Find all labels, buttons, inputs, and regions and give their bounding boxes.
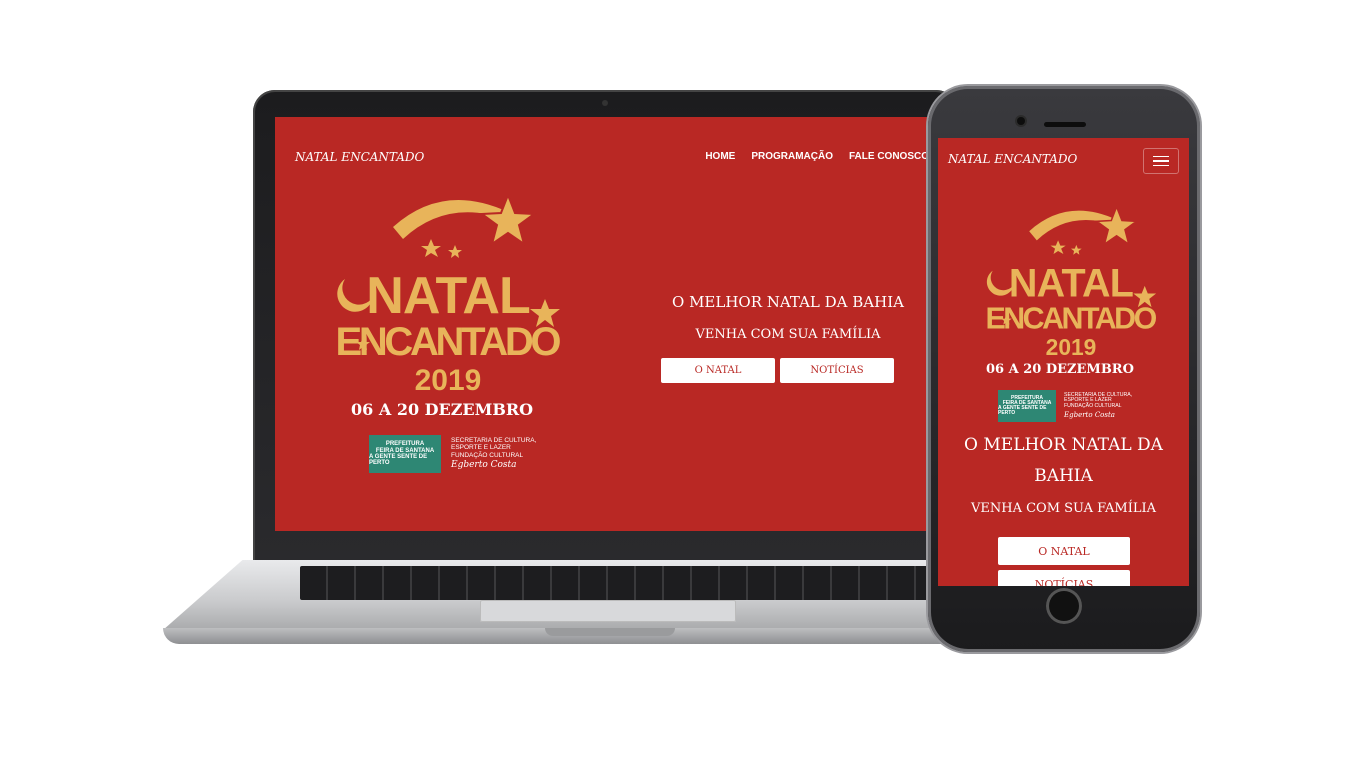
logo-line1: NATAL xyxy=(366,267,530,325)
nav-programacao[interactable]: PROGRAMAÇÃO xyxy=(751,151,833,162)
mobile-event-dates: 06 A 20 DEZEMBRO xyxy=(986,362,1134,377)
mobile-prefeitura-badge: PREFEITURA FEIRA DE SANTANA A GENTE SENT… xyxy=(998,390,1056,422)
phone-device: NATAL ENCANTADO NATAL ENCANTADO 2019 06 … xyxy=(928,86,1200,652)
logo-year: 2019 xyxy=(415,364,482,397)
laptop-screen: NATAL ENCANTADO HOME PROGRAMAÇÃO FALE CO… xyxy=(275,117,935,531)
o-natal-button[interactable]: O NATAL xyxy=(661,358,775,383)
mobile-hero-subheadline: VENHA COM SUA FAMÍLIA xyxy=(970,501,1157,516)
event-dates: 06 A 20 DEZEMBRO xyxy=(351,400,534,419)
hero-subheadline: VENHA COM SUA FAMÍLIA xyxy=(695,327,881,342)
hero-headline: O MELHOR NATAL DA BAHIA xyxy=(672,293,904,311)
mobile-secretaria-text: SECRETARIA DE CULTURA, ESPORTE E LAZER F… xyxy=(1064,392,1132,420)
signature: Egberto Costa xyxy=(451,459,517,470)
nav-fale-conosco[interactable]: FALE CONOSCO xyxy=(849,151,929,162)
fundacao-line: FUNDAÇÃO CULTURAL xyxy=(451,451,524,459)
mobile-logo-year: 2019 xyxy=(1046,334,1097,360)
mobile-badge-sub: A GENTE SENTE DE PERTO xyxy=(998,405,1047,417)
phone-speaker xyxy=(1044,122,1086,127)
mobile-fundacao-line: FUNDAÇÃO CULTURAL xyxy=(1064,403,1122,410)
laptop-keyboard xyxy=(300,566,940,600)
mobile-o-natal-button[interactable]: O NATAL xyxy=(998,537,1130,565)
secretaria-text: SECRETARIA DE CULTURA, ESPORTE E LAZER F… xyxy=(451,437,536,470)
mobile-hero-headline: O MELHOR NATAL DA BAHIA xyxy=(964,435,1163,486)
hamburger-menu-icon[interactable] xyxy=(1143,148,1179,174)
mobile-logo-line2: ENCANTADO xyxy=(986,301,1157,335)
laptop-trackpad xyxy=(480,600,736,622)
nav-home[interactable]: HOME xyxy=(705,151,735,162)
mobile-signature: Egberto Costa xyxy=(1064,410,1115,419)
badge-sub: A GENTE SENTE DE PERTO xyxy=(369,454,428,467)
secretaria-line2: ESPORTE E LAZER xyxy=(451,444,511,452)
mobile-natal-encantado-logo: NATAL ENCANTADO 2019 xyxy=(986,204,1157,360)
laptop-device: NATAL ENCANTADO HOME PROGRAMAÇÃO FALE CO… xyxy=(253,90,958,562)
logo-line2: ENCANTADO xyxy=(336,320,561,364)
laptop-camera xyxy=(602,100,608,106)
prefeitura-badge: PREFEITURA FEIRA DE SANTANA A GENTE SENT… xyxy=(369,435,441,473)
partner-logos: PREFEITURA FEIRA DE SANTANA A GENTE SENT… xyxy=(369,435,536,473)
navbar-menu: HOME PROGRAMAÇÃO FALE CONOSCO xyxy=(705,151,929,162)
laptop-notch xyxy=(545,628,675,636)
phone-camera xyxy=(1017,117,1025,125)
mobile-navbar-brand[interactable]: NATAL ENCANTADO xyxy=(948,152,1077,166)
phone-home-button[interactable] xyxy=(1046,588,1082,624)
secretaria-line1: SECRETARIA DE CULTURA, xyxy=(451,437,537,445)
noticias-button[interactable]: NOTÍCIAS xyxy=(780,358,894,383)
mobile-logo-line1: NATAL xyxy=(1009,262,1133,306)
mobile-noticias-button[interactable]: NOTÍCIAS xyxy=(998,570,1130,586)
phone-screen: NATAL ENCANTADO NATAL ENCANTADO 2019 06 … xyxy=(938,138,1189,586)
natal-encantado-logo: NATAL ENCANTADO 2019 xyxy=(336,192,562,397)
mobile-partner-logos: PREFEITURA FEIRA DE SANTANA A GENTE SENT… xyxy=(998,390,1132,422)
navbar-brand[interactable]: NATAL ENCANTADO xyxy=(295,150,424,164)
